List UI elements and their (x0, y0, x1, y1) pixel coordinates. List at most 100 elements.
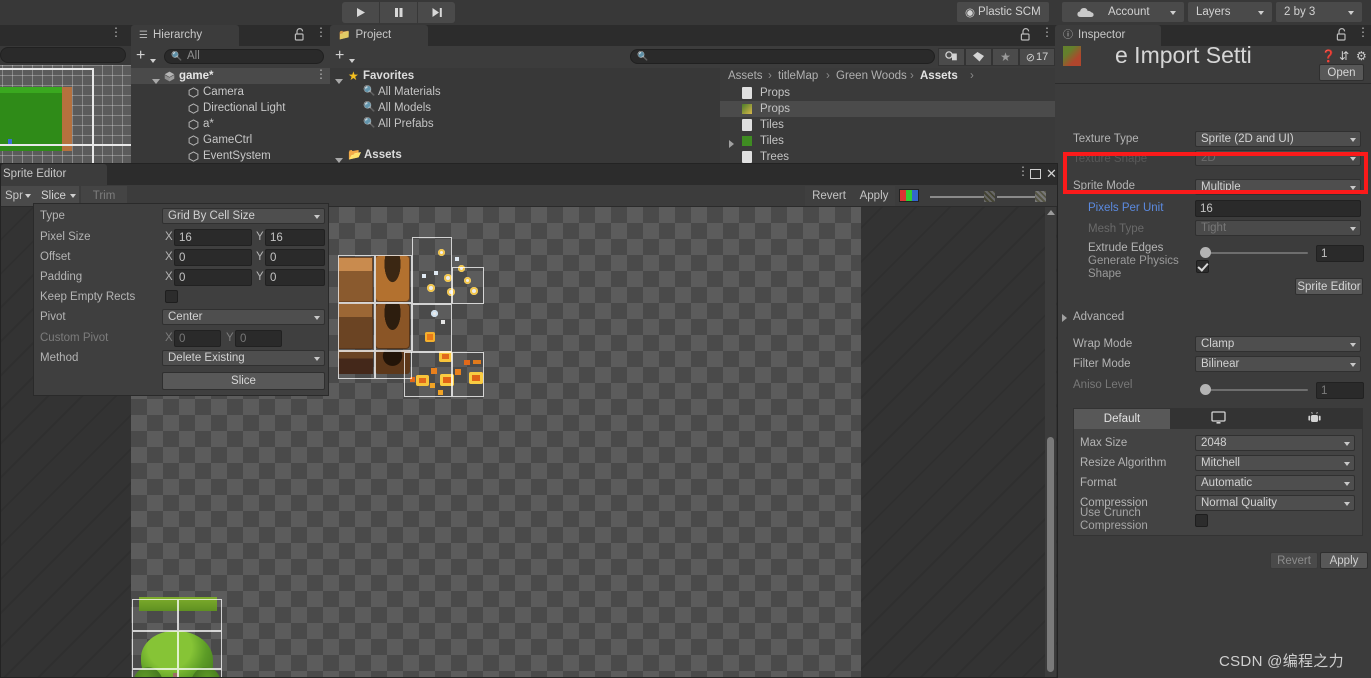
filter-mode-dropdown[interactable]: Bilinear (1195, 356, 1361, 372)
texture-shape-dropdown[interactable]: 2D (1195, 150, 1361, 166)
custom-pivot-y-input[interactable]: 0 (235, 330, 282, 347)
breadcrumb-item[interactable]: titleMap (778, 70, 818, 82)
pixel-size-y-input[interactable]: 16 (265, 229, 325, 246)
hierarchy-item-eventsystem[interactable]: EventSystem (131, 148, 330, 164)
help-icon[interactable]: ❓ (1321, 49, 1336, 63)
tab-standalone[interactable] (1170, 409, 1266, 429)
offset-x-input[interactable]: 0 (174, 249, 252, 266)
slice-cell[interactable] (178, 631, 222, 669)
project-kebab-menu-icon[interactable]: ⋮ (1041, 26, 1053, 38)
hierarchy-search-input[interactable]: 🔍 All (164, 49, 324, 64)
extrude-edges-slider-track[interactable] (1203, 252, 1308, 254)
breadcrumb-item[interactable]: Green Woods (836, 70, 907, 82)
method-dropdown[interactable]: Delete Existing (162, 350, 325, 366)
sprite-editor-mode-dropdown[interactable]: Sprite Editor (1, 186, 37, 206)
pixels-per-unit-input[interactable]: 16 (1195, 200, 1361, 217)
project-search-input[interactable]: 🔍 (630, 49, 935, 64)
step-icon[interactable] (418, 2, 455, 23)
offset-y-input[interactable]: 0 (265, 249, 325, 266)
slice-cell[interactable] (452, 267, 484, 304)
preset-icon[interactable]: ⇵ (1339, 49, 1349, 63)
inspector-lock-icon[interactable] (1336, 28, 1347, 44)
slice-type-dropdown[interactable]: Grid By Cell Size (162, 208, 325, 224)
resize-algorithm-dropdown[interactable]: Mitchell (1195, 455, 1355, 471)
hierarchy-item-kebab-menu-icon[interactable]: ⋮ (315, 68, 327, 80)
slice-cell[interactable] (132, 669, 178, 677)
alpha-slider-right-track[interactable] (997, 196, 1039, 198)
hierarchy-item-camera[interactable]: Camera (131, 84, 330, 100)
aniso-level-slider-track[interactable] (1203, 389, 1308, 391)
max-size-dropdown[interactable]: 2048 (1195, 435, 1355, 451)
texture-type-dropdown[interactable]: Sprite (2D and UI) (1195, 131, 1361, 147)
slice-cell[interactable] (338, 351, 375, 379)
custom-pivot-x-input[interactable]: 0 (174, 330, 221, 347)
revert-button[interactable]: Revert (1270, 552, 1318, 569)
aniso-level-slider-knob[interactable] (1200, 384, 1211, 395)
sprite-mode-dropdown[interactable]: Multiple (1195, 179, 1361, 195)
aniso-level-input[interactable]: 1 (1316, 382, 1364, 399)
project-add-chevron-down-icon[interactable] (349, 54, 355, 66)
tab-project[interactable]: 📁 Project (330, 25, 428, 46)
extrude-edges-input[interactable]: 1 (1316, 245, 1364, 262)
slice-cell[interactable] (132, 599, 178, 631)
hidden-assets-button[interactable]: ⊘ 17 (1019, 48, 1055, 66)
scene-search-input[interactable] (0, 47, 126, 63)
apply-button[interactable]: Apply (1320, 552, 1368, 569)
project-favorite-all-materials[interactable]: 🔍 All Materials (330, 84, 720, 100)
alpha-low-icon[interactable] (984, 191, 995, 202)
format-dropdown[interactable]: Automatic (1195, 475, 1355, 491)
tab-hierarchy[interactable]: ☰ Hierarchy (131, 25, 239, 46)
open-button[interactable]: Open (1319, 64, 1364, 81)
tab-default[interactable]: Default (1074, 409, 1170, 429)
project-add-button[interactable]: + (335, 47, 344, 65)
mesh-type-dropdown[interactable]: Tight (1195, 220, 1361, 236)
slice-button[interactable]: Slice (162, 372, 325, 390)
scene-viewport[interactable] (0, 65, 131, 170)
keep-empty-rects-checkbox[interactable] (165, 290, 178, 303)
use-crunch-compression-checkbox[interactable] (1195, 514, 1208, 527)
close-icon[interactable]: ✕ (1046, 167, 1057, 180)
alpha-high-icon[interactable] (1035, 191, 1046, 202)
pixel-size-x-input[interactable]: 16 (174, 229, 252, 246)
advanced-chevron-right-icon[interactable] (1062, 313, 1067, 325)
slice-cell[interactable] (412, 237, 452, 304)
list-item[interactable]: Tiles (720, 117, 1055, 133)
slice-cell[interactable] (178, 669, 222, 677)
gear-icon[interactable]: ⚙ (1356, 49, 1367, 63)
slice-cell[interactable] (338, 255, 375, 303)
sprite-editor-revert-button[interactable]: Revert (805, 186, 853, 206)
padding-y-input[interactable]: 0 (265, 269, 325, 286)
inspector-kebab-menu-icon[interactable]: ⋮ (1357, 26, 1369, 38)
wrap-mode-dropdown[interactable]: Clamp (1195, 336, 1361, 352)
canvas-scrollbar-thumb[interactable] (1047, 437, 1054, 672)
hierarchy-kebab-menu-icon[interactable]: ⋮ (315, 26, 327, 38)
slice-cell[interactable] (178, 599, 222, 631)
project-favorite-all-models[interactable]: 🔍 All Models (330, 100, 720, 116)
lock-icon[interactable] (294, 28, 305, 44)
add-object-chevron-down-icon[interactable] (150, 54, 156, 66)
compression-dropdown[interactable]: Normal Quality (1195, 495, 1355, 511)
project-favorites-group[interactable]: ★ Favorites (330, 68, 720, 84)
hierarchy-item-directional-light[interactable]: Directional Light (131, 100, 330, 116)
hierarchy-item-game[interactable]: game* ⋮ (131, 68, 330, 84)
hierarchy-item-gamectrl[interactable]: GameCtrl (131, 132, 330, 148)
account-dropdown[interactable]: Account (1100, 2, 1184, 22)
tab-sprite-editor[interactable]: Sprite Editor (1, 164, 107, 185)
project-assets-group[interactable]: 📂 Assets (330, 147, 720, 163)
project-favorite-all-prefabs[interactable]: 🔍 All Prefabs (330, 116, 720, 132)
canvas-scrollbar[interactable] (1045, 207, 1056, 677)
generate-physics-shape-checkbox[interactable] (1196, 260, 1209, 273)
list-item[interactable]: Props (720, 85, 1055, 101)
add-object-button[interactable]: + (136, 47, 145, 65)
slice-cell[interactable] (338, 303, 375, 351)
scene-kebab-menu-icon[interactable]: ⋮ (110, 26, 122, 38)
sprite-editor-apply-button[interactable]: Apply (853, 186, 895, 206)
tab-android[interactable] (1266, 409, 1363, 429)
slice-cell[interactable] (412, 304, 452, 352)
slice-cell[interactable] (132, 631, 178, 669)
breadcrumb-item[interactable]: Assets (728, 70, 763, 82)
slice-cell[interactable] (452, 352, 484, 397)
scroll-up-arrow-icon[interactable] (1047, 210, 1055, 215)
list-item[interactable]: Props (720, 101, 1055, 117)
project-lock-icon[interactable] (1020, 28, 1031, 44)
